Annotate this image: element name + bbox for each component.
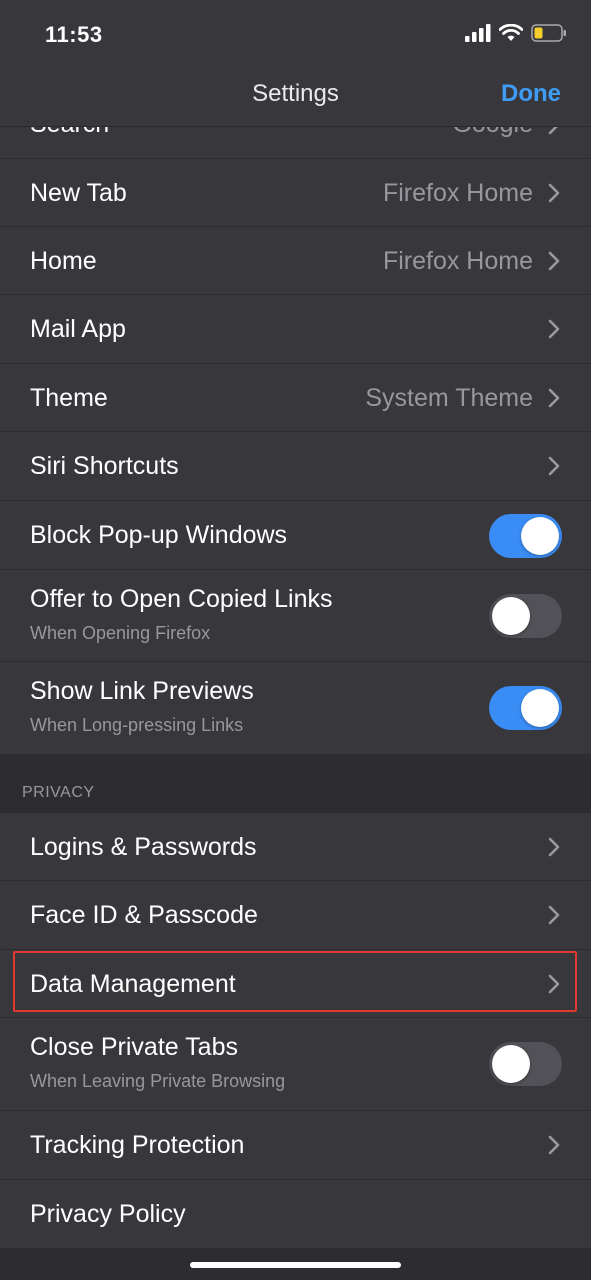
row-label: Close Private Tabs <box>30 1033 238 1061</box>
row-block-popups: Block Pop-up Windows <box>0 501 591 570</box>
row-label: Face ID & Passcode <box>30 901 258 929</box>
row-label: Mail App <box>30 315 126 343</box>
status-time: 11:53 <box>45 22 103 47</box>
chevron-right-icon <box>548 388 560 408</box>
row-mail-app[interactable]: Mail App <box>0 295 591 364</box>
offer-copied-links-toggle[interactable] <box>489 594 562 638</box>
chevron-right-icon <box>548 183 560 203</box>
row-label: Privacy Policy <box>30 1200 186 1228</box>
wifi-icon <box>499 24 523 41</box>
chevron-right-icon <box>548 319 560 339</box>
row-home[interactable]: Home Firefox Home <box>0 227 591 295</box>
block-popups-toggle[interactable] <box>489 514 562 558</box>
row-label: Logins & Passwords <box>30 833 257 861</box>
chevron-right-icon <box>548 456 560 476</box>
row-sublabel: When Opening Firefox <box>30 623 211 643</box>
row-sublabel: When Long-pressing Links <box>30 715 244 735</box>
nav-bar: Settings Done <box>0 72 591 127</box>
row-value: Firefox Home <box>382 247 533 275</box>
chevron-right-icon <box>548 905 560 925</box>
row-label: New Tab <box>30 179 127 207</box>
chevron-right-icon <box>548 837 560 857</box>
row-siri-shortcuts[interactable]: Siri Shortcuts <box>0 432 591 501</box>
row-label: Siri Shortcuts <box>30 452 179 480</box>
home-indicator[interactable] <box>190 1262 401 1268</box>
highlight-box <box>13 951 577 1012</box>
chevron-right-icon <box>548 1135 560 1155</box>
row-label: Block Pop-up Windows <box>30 521 288 549</box>
row-faceid-passcode[interactable]: Face ID & Passcode <box>0 881 591 950</box>
close-private-tabs-toggle[interactable] <box>489 1042 562 1086</box>
row-label: Offer to Open Copied Links <box>30 585 333 613</box>
row-value: System Theme <box>365 384 533 412</box>
row-label: Tracking Protection <box>30 1131 245 1159</box>
cellular-signal-icon <box>465 24 491 42</box>
row-label: Home <box>30 247 97 275</box>
section-header-text: PRIVACY <box>22 784 95 801</box>
row-close-private-tabs: Close Private Tabs When Leaving Private … <box>0 1018 591 1111</box>
done-button[interactable]: Done <box>501 80 561 108</box>
row-value: Firefox Home <box>382 179 533 207</box>
row-offer-copied-links: Offer to Open Copied Links When Opening … <box>0 570 591 662</box>
row-tracking-protection[interactable]: Tracking Protection <box>0 1111 591 1180</box>
status-bar: 11:53 <box>0 0 591 72</box>
row-label: Theme <box>30 384 108 412</box>
privacy-section-header: PRIVACY <box>0 754 591 813</box>
row-new-tab[interactable]: New Tab Firefox Home <box>0 159 591 227</box>
battery-low-icon <box>531 24 566 42</box>
row-label: Show Link Previews <box>30 677 254 705</box>
link-previews-toggle[interactable] <box>489 686 562 730</box>
row-sublabel: When Leaving Private Browsing <box>30 1071 286 1091</box>
row-theme[interactable]: Theme System Theme <box>0 364 591 432</box>
row-privacy-policy[interactable]: Privacy Policy <box>0 1180 591 1248</box>
row-logins-passwords[interactable]: Logins & Passwords <box>0 813 591 881</box>
chevron-right-icon <box>548 251 560 271</box>
row-link-previews: Show Link Previews When Long-pressing Li… <box>0 662 591 754</box>
